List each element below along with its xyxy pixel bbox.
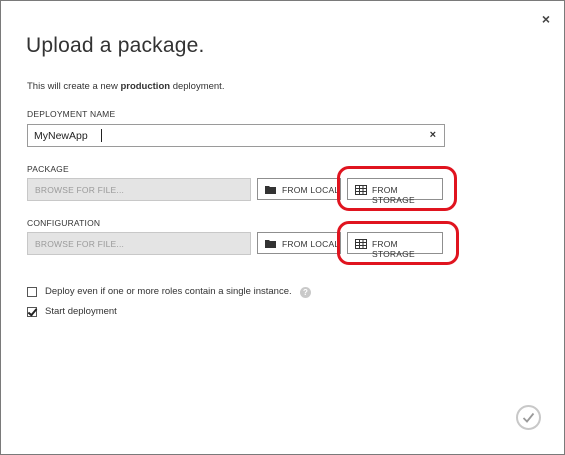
start-deployment-checkbox[interactable] [27,307,37,317]
configuration-from-local-label: FROM LOCAL [282,239,340,249]
package-label: PACKAGE [27,164,69,174]
package-from-local-label: FROM LOCAL [282,185,340,195]
deployment-name-label: DEPLOYMENT NAME [27,109,116,119]
deployment-name-input[interactable]: MyNewApp × [27,124,445,147]
clear-icon[interactable]: × [430,129,436,141]
package-browse-placeholder: BROWSE FOR FILE... [35,185,125,195]
package-storage-highlight [337,166,457,211]
configuration-from-local-button[interactable]: FROM LOCAL [257,232,341,254]
ok-button[interactable] [516,405,541,430]
configuration-storage-highlight [337,221,459,265]
single-instance-checkbox[interactable] [27,287,37,297]
intro-bold: production [120,81,171,92]
single-instance-label: Deploy even if one or more roles contain… [45,286,292,297]
configuration-browse-field[interactable]: BROWSE FOR FILE... [27,232,251,255]
intro-suffix: deployment. [170,81,225,92]
start-deployment-label: Start deployment [45,306,117,317]
dialog-title: Upload a package. [26,34,205,57]
package-browse-field[interactable]: BROWSE FOR FILE... [27,178,251,201]
configuration-browse-placeholder: BROWSE FOR FILE... [35,239,125,249]
text-caret [101,129,102,142]
close-icon[interactable]: × [542,11,550,27]
upload-package-dialog: × Upload a package. This will create a n… [0,0,565,455]
configuration-label: CONFIGURATION [27,218,101,228]
package-from-local-button[interactable]: FROM LOCAL [257,178,341,200]
help-icon[interactable]: ? [300,287,311,298]
deployment-name-value: MyNewApp [34,130,88,142]
intro-prefix: This will create a new [27,81,121,92]
folder-icon [265,240,276,248]
intro-text: This will create a new production deploy… [27,81,224,92]
checkmark-icon [522,412,535,423]
folder-icon [265,186,276,194]
